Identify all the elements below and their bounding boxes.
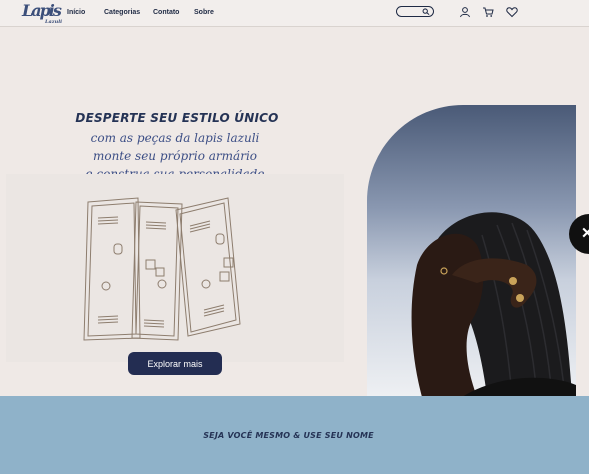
hero-line-1: com as peças da lapis lazuli xyxy=(90,131,260,145)
lockers-illustration xyxy=(83,197,241,341)
nav-link-sobre[interactable]: Sobre xyxy=(194,9,214,16)
slogan-banner: SEJA VOCÊ MESMO & USE SEU NOME xyxy=(0,396,589,474)
heart-icon[interactable] xyxy=(506,6,518,18)
model-silhouette xyxy=(411,212,576,397)
nav-link-inicio[interactable]: Início xyxy=(67,9,85,16)
logo-text: Lapis xyxy=(22,1,62,20)
search-input[interactable] xyxy=(396,6,434,17)
nav-link-contato[interactable]: Contato xyxy=(153,9,179,16)
hero-title: DESPERTE SEU ESTILO ÚNICO xyxy=(75,111,279,125)
banner-slogan: SEJA VOCÊ MESMO & USE SEU NOME xyxy=(203,431,374,440)
top-navbar: Lapis Lazuli Início Categorias Contato S… xyxy=(0,0,589,27)
hero-model-photo xyxy=(367,105,576,397)
close-icon: ✕ xyxy=(581,225,589,242)
hero-line-2: monte seu próprio armário xyxy=(92,149,258,163)
brand-logo[interactable]: Lapis Lazuli xyxy=(22,1,62,25)
logo-subtext: Lazuli xyxy=(44,19,62,25)
explore-more-button[interactable]: Explorar mais xyxy=(128,352,222,375)
nav-link-categorias[interactable]: Categorias xyxy=(104,9,140,16)
cart-icon[interactable] xyxy=(482,6,494,18)
user-icon[interactable] xyxy=(459,6,471,18)
search-icon[interactable] xyxy=(422,8,430,15)
